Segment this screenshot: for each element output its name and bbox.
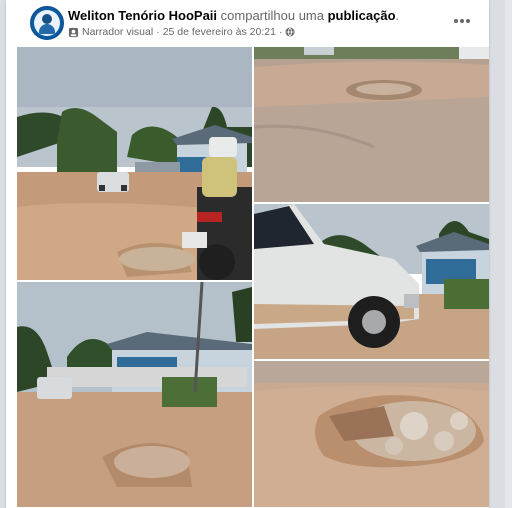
post-title: Weliton Tenório HooPaii compartilhou uma… bbox=[68, 8, 400, 23]
avatar[interactable] bbox=[30, 6, 64, 40]
narrator-icon bbox=[68, 27, 79, 37]
photo-white-pickup-truck[interactable] bbox=[254, 204, 489, 359]
post-date[interactable]: 25 de fevereiro às 20:21 bbox=[163, 26, 276, 38]
globe-icon[interactable] bbox=[285, 27, 295, 37]
shared-object-link[interactable]: publicação bbox=[328, 8, 396, 23]
post-header: Weliton Tenório HooPaii compartilhou uma… bbox=[6, 0, 489, 46]
more-options-icon[interactable] bbox=[450, 12, 474, 30]
action-text: compartilhou uma bbox=[220, 8, 324, 23]
photo-blue-house-street[interactable] bbox=[17, 282, 252, 507]
scrollbar[interactable] bbox=[505, 0, 512, 508]
post-card: Weliton Tenório HooPaii compartilhou uma… bbox=[6, 0, 489, 508]
photo-pothole-closeup[interactable] bbox=[254, 361, 489, 507]
author-name[interactable]: Weliton Tenório HooPaii bbox=[68, 8, 217, 23]
post-meta: Narrador visual · 25 de fevereiro às 20:… bbox=[68, 26, 295, 38]
photo-street-car-motorcycle[interactable] bbox=[17, 47, 252, 280]
narrator-label[interactable]: Narrador visual bbox=[82, 26, 153, 38]
photo-road-pothole-top[interactable] bbox=[254, 47, 489, 202]
